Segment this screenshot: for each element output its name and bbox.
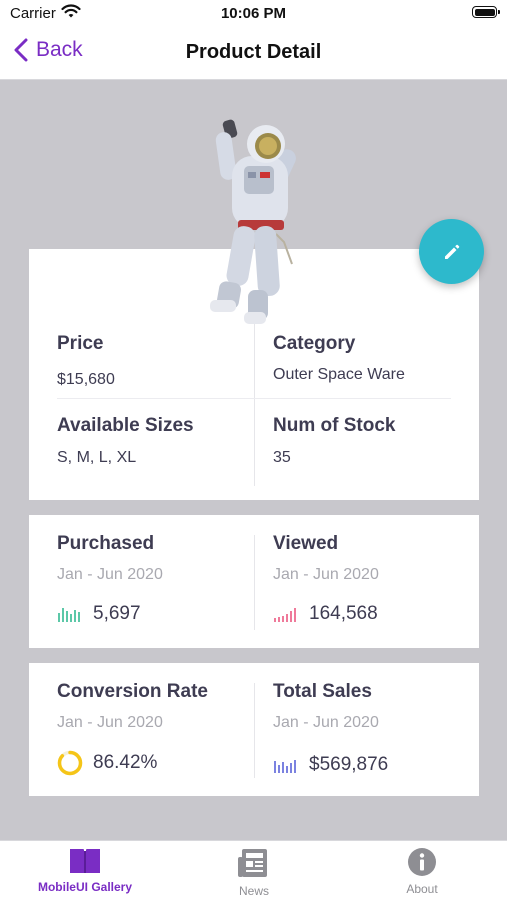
column-divider xyxy=(254,321,255,486)
tab-about[interactable]: About xyxy=(342,847,502,896)
sizes-value: S, M, L, XL xyxy=(57,449,137,466)
conversion-value: 86.42% xyxy=(93,752,158,773)
purchased-label: Purchased xyxy=(57,533,155,554)
pencil-icon xyxy=(444,244,459,259)
viewed-period: Jan - Jun 2020 xyxy=(273,566,379,583)
bar-chart-icon xyxy=(274,760,296,773)
viewed-value: 164,568 xyxy=(309,603,378,624)
edit-button[interactable] xyxy=(419,219,484,284)
column-divider xyxy=(254,535,255,630)
tab-label: About xyxy=(406,882,438,896)
conversion-stats-card: Conversion Rate Jan - Jun 2020 86.42% To… xyxy=(29,663,479,796)
viewed-metric: 164,568 xyxy=(273,603,378,625)
book-icon xyxy=(70,849,100,873)
tab-mobileui-gallery[interactable]: MobileUI Gallery xyxy=(5,847,165,894)
newspaper-icon xyxy=(238,849,267,877)
purchased-metric: 5,697 xyxy=(57,603,141,625)
battery-icon xyxy=(472,6,500,18)
stock-value: 35 xyxy=(273,449,291,466)
tab-label: News xyxy=(238,884,269,898)
viewed-label: Viewed xyxy=(273,533,339,554)
category-value: Outer Space Ware xyxy=(273,366,405,383)
bar-chart-icon xyxy=(274,608,296,622)
total-sales-metric: $569,876 xyxy=(273,754,388,776)
total-sales-period: Jan - Jun 2020 xyxy=(273,714,379,731)
conversion-metric: 86.42% xyxy=(57,750,157,776)
category-label: Category xyxy=(273,333,356,354)
sizes-label: Available Sizes xyxy=(57,415,194,436)
total-sales-label: Total Sales xyxy=(273,681,372,702)
conversion-period: Jan - Jun 2020 xyxy=(57,714,163,731)
bar-chart-icon xyxy=(58,608,80,622)
clock-time: 10:06 PM xyxy=(220,5,287,22)
purchased-value: 5,697 xyxy=(93,603,141,624)
tab-label: MobileUI Gallery xyxy=(37,880,133,894)
navigation-bar: Back Product Detail xyxy=(0,28,507,80)
conversion-label: Conversion Rate xyxy=(57,681,208,702)
ring-progress-icon xyxy=(57,750,83,776)
row-divider xyxy=(57,398,451,399)
stock-label: Num of Stock xyxy=(273,415,396,436)
price-value: $15,680 xyxy=(57,371,115,388)
tab-bar: MobileUI Gallery News About xyxy=(0,840,507,900)
info-icon xyxy=(408,848,436,876)
price-label: Price xyxy=(57,333,104,354)
purchased-period: Jan - Jun 2020 xyxy=(57,566,163,583)
page-title: Product Detail xyxy=(185,41,322,63)
column-divider xyxy=(254,683,255,778)
status-bar: Carrier 10:06 PM xyxy=(0,0,507,28)
product-image xyxy=(210,119,296,324)
sales-stats-card: Purchased Jan - Jun 2020 5,697 Viewed Ja… xyxy=(29,515,479,648)
product-detail-content[interactable]: Price $15,680 Category Outer Space Ware … xyxy=(0,80,507,840)
tab-news[interactable]: News xyxy=(174,847,334,898)
total-sales-value: $569,876 xyxy=(309,754,389,775)
